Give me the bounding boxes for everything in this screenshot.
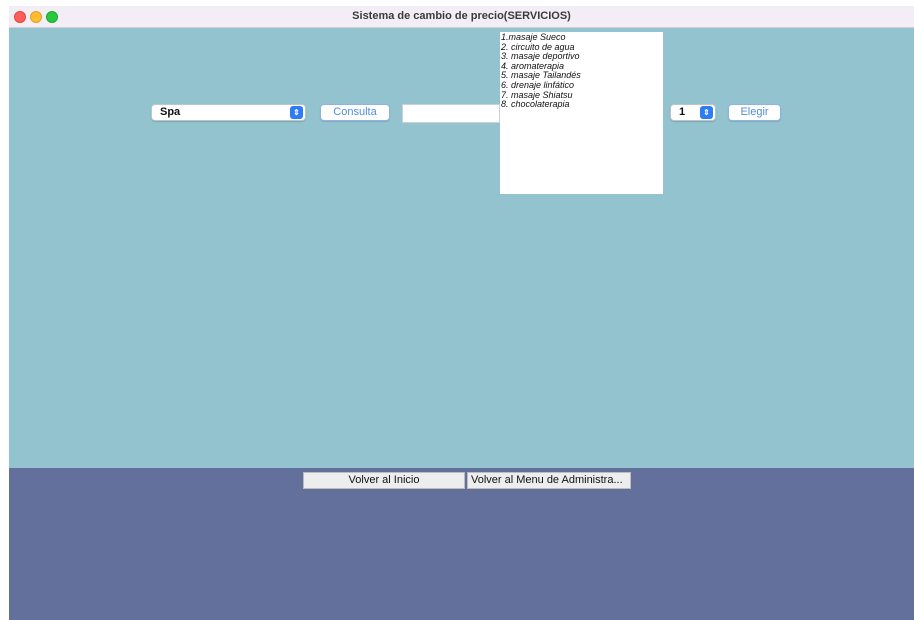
volver-menu-button[interactable]: Volver al Menu de Administra... bbox=[467, 472, 631, 489]
up-down-chevron-icon: ⇕ bbox=[700, 106, 713, 119]
list-item[interactable]: 8. chocolaterapia bbox=[501, 100, 663, 110]
app-window: Sistema de cambio de precio(SERVICIOS) S… bbox=[9, 6, 914, 620]
main-panel: Spa ⇕ Consulta 1.masaje Sueco 2. circuito… bbox=[9, 28, 914, 468]
category-select-value: Spa bbox=[160, 106, 181, 118]
category-select[interactable]: Spa ⇕ bbox=[151, 104, 306, 121]
volver-inicio-button[interactable]: Volver al Inicio bbox=[303, 472, 465, 489]
services-list[interactable]: 1.masaje Sueco 2. circuito de agua 3. masa… bbox=[500, 32, 663, 194]
window-title: Sistema de cambio de precio(SERVICIOS) bbox=[352, 10, 571, 22]
number-select-value: 1 bbox=[679, 106, 686, 118]
number-select[interactable]: 1 ⇕ bbox=[670, 104, 716, 121]
up-down-chevron-icon: ⇕ bbox=[290, 106, 303, 119]
title-bar: Sistema de cambio de precio(SERVICIOS) bbox=[9, 6, 914, 28]
footer-panel: Volver al Inicio Volver al Menu de Admin… bbox=[9, 468, 914, 620]
elegir-button[interactable]: Elegir bbox=[728, 104, 781, 121]
consulta-button[interactable]: Consulta bbox=[320, 104, 390, 121]
service-text-input[interactable] bbox=[402, 104, 500, 123]
